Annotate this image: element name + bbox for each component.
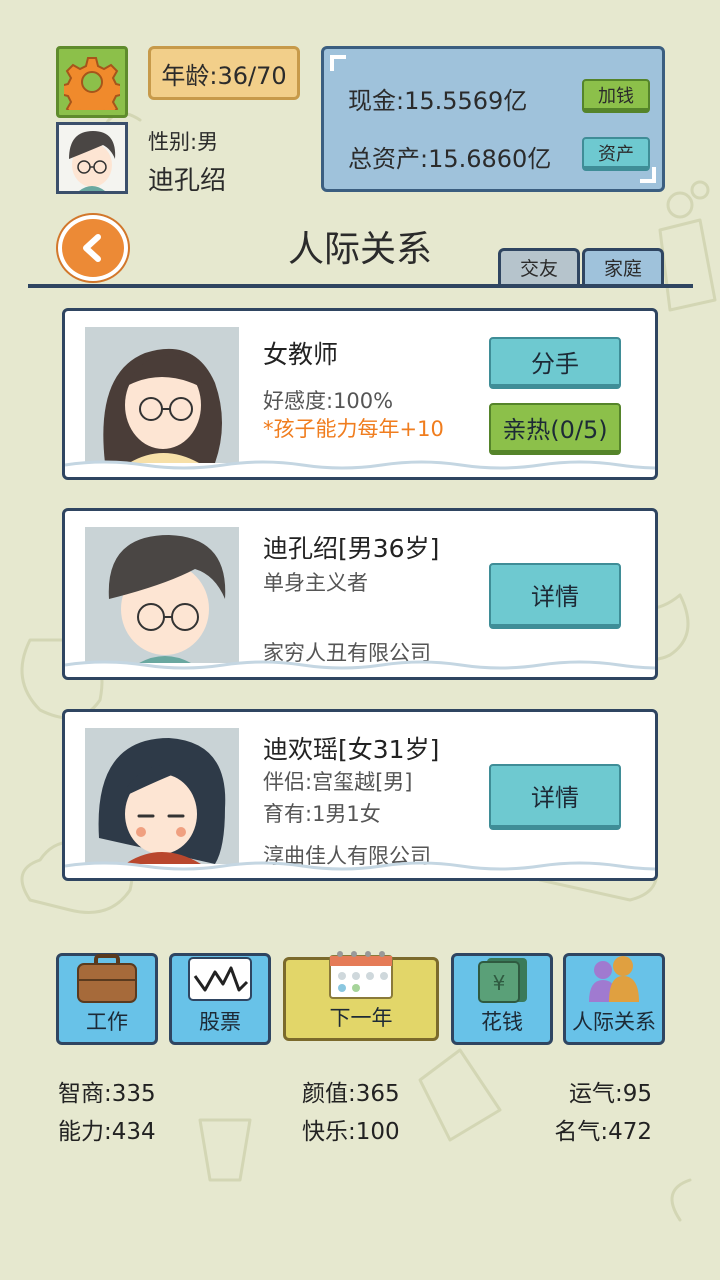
- corner-decoration: [330, 55, 346, 71]
- money-panel: 现金:15.5569亿 加钱 总资产:15.6860亿 资产: [321, 46, 665, 192]
- woman-glasses-icon: [85, 327, 239, 463]
- stat-luck: 运气:95: [568, 1081, 652, 1107]
- relation-card-sister: 迪欢瑶[女31岁] 伴侣:宫玺越[男] 育有:1男1女 淳曲佳人有限公司 详情: [62, 709, 658, 881]
- stat-ability: 能力:434: [58, 1119, 156, 1145]
- divider: [28, 284, 693, 288]
- stat-fame: 名气:472: [554, 1119, 652, 1145]
- tab-family[interactable]: 家庭: [582, 248, 664, 284]
- player-avatar[interactable]: [56, 122, 128, 194]
- details-button[interactable]: 详情: [489, 764, 621, 830]
- player-gender: 性别:男: [148, 130, 219, 154]
- nav-spend-label: 花钱: [481, 1010, 523, 1034]
- children-text: 育有:1男1女: [263, 802, 381, 826]
- partner-text: 伴侣:宫玺越[男]: [263, 770, 413, 794]
- next-year-button[interactable]: 下一年: [283, 951, 439, 1041]
- nav-work-label: 工作: [86, 1010, 128, 1034]
- player-portrait-icon: [59, 125, 125, 191]
- relation-card-self: 迪孔绍[男36岁] 单身主义者 家穷人丑有限公司 详情: [62, 508, 658, 680]
- age-text: 年龄:36/70: [161, 61, 287, 90]
- nav-stocks-button[interactable]: 股票: [169, 953, 271, 1045]
- cash-label: 现金:15.5569亿: [348, 87, 528, 115]
- settings-button[interactable]: [56, 46, 128, 118]
- svg-text:¥: ¥: [493, 971, 506, 995]
- next-year-label: 下一年: [329, 1006, 393, 1030]
- stat-happiness: 快乐:100: [302, 1119, 400, 1145]
- wave-decoration: [65, 460, 655, 470]
- breakup-button[interactable]: 分手: [489, 337, 621, 389]
- stat-iq: 智商:335: [58, 1081, 156, 1107]
- relation-card-partner: 女教师 好感度:100% *孩子能力每年+10 分手 亲热(0/5): [62, 308, 658, 480]
- intimacy-button[interactable]: 亲热(0/5): [489, 403, 621, 455]
- nav-relations-button[interactable]: 人际关系: [563, 953, 665, 1045]
- money-stack-icon: ¥: [478, 958, 527, 1003]
- affection-text: 好感度:100%: [263, 389, 394, 413]
- man-glasses-icon: [85, 527, 239, 663]
- add-money-button[interactable]: 加钱: [582, 79, 650, 113]
- briefcase-icon: [77, 954, 137, 1003]
- woman-braid-icon: [85, 728, 239, 864]
- total-assets-label: 总资产:15.6860亿: [348, 145, 552, 173]
- stock-chart-icon: [188, 957, 252, 1001]
- player-name: 迪孔绍: [148, 166, 227, 196]
- people-icon: [589, 956, 639, 1002]
- assets-button[interactable]: 资产: [582, 137, 650, 171]
- calendar-icon: [329, 951, 393, 999]
- card-title: 迪孔绍[男36岁]: [263, 534, 440, 563]
- sister-portrait: [85, 728, 239, 864]
- age-display: 年龄:36/70: [148, 46, 300, 100]
- nav-spend-button[interactable]: ¥ 花钱: [451, 953, 553, 1045]
- wave-decoration: [65, 660, 655, 670]
- gear-icon: [64, 57, 120, 110]
- details-button[interactable]: 详情: [489, 563, 621, 629]
- nav-work-button[interactable]: 工作: [56, 953, 158, 1045]
- bonus-text: *孩子能力每年+10: [263, 417, 444, 441]
- wave-decoration: [65, 861, 655, 871]
- card-title: 迪欢瑶[女31岁]: [263, 735, 440, 764]
- self-portrait: [85, 527, 239, 663]
- tab-friends[interactable]: 交友: [498, 248, 580, 284]
- card-title: 女教师: [263, 340, 339, 369]
- nav-relations-label: 人际关系: [572, 1010, 656, 1034]
- stat-looks: 颜值:365: [302, 1081, 400, 1107]
- nav-stocks-label: 股票: [199, 1010, 241, 1034]
- partner-portrait: [85, 327, 239, 463]
- status-text: 单身主义者: [263, 571, 368, 595]
